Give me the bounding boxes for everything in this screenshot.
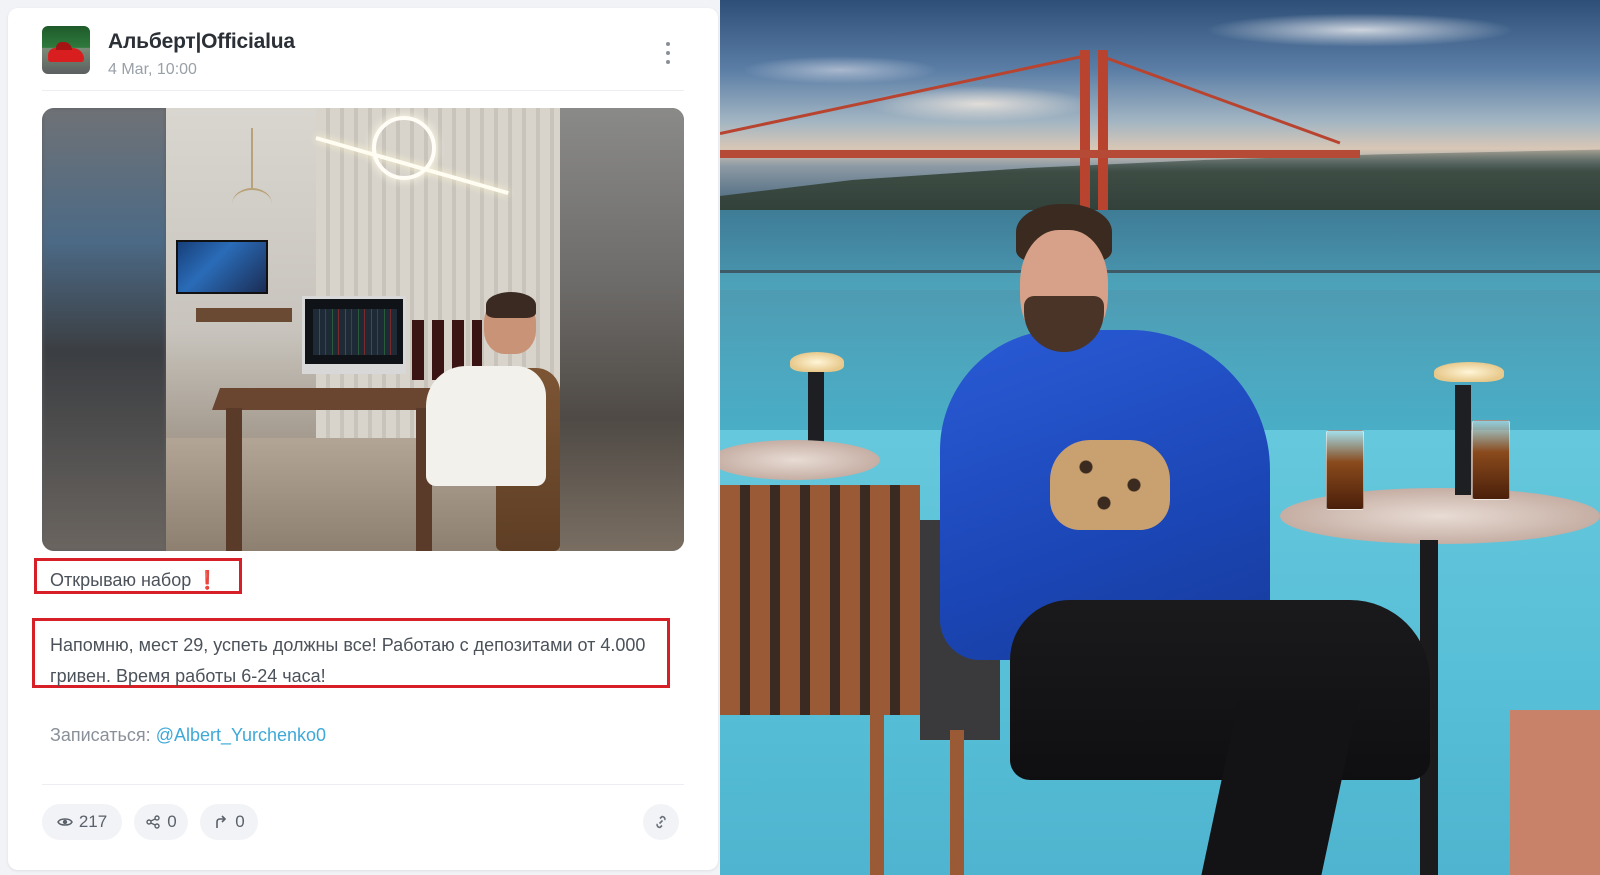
post-card: Альберт|Officialua 4 Mar, 10:00 Открываю… — [8, 8, 718, 870]
link-icon — [656, 815, 666, 829]
suspension-bridge — [720, 150, 1360, 158]
chandelier — [232, 128, 272, 228]
channel-name[interactable]: Альберт|Officialua — [108, 30, 295, 54]
forward-counter[interactable]: 0 — [200, 804, 258, 840]
footer-divider — [42, 784, 684, 785]
post-body: Напомню, мест 29, успеть должны все! Раб… — [50, 635, 646, 686]
table-lamp — [1455, 385, 1471, 495]
more-vertical-icon — [666, 42, 670, 46]
share-nodes-icon — [146, 815, 160, 829]
exclamation-emoji-icon: ❗ — [196, 570, 219, 590]
wooden-chair — [1510, 710, 1600, 875]
black-pants — [1010, 600, 1430, 780]
bridge-tower — [1098, 50, 1108, 210]
post-photo-office[interactable] — [42, 108, 684, 551]
signup-line: Записаться: @Albert_Yurchenko0 — [50, 725, 326, 746]
forward-count: 0 — [235, 812, 245, 831]
cocktail-glass — [1326, 430, 1364, 510]
eye-icon — [56, 818, 73, 826]
table-lamp — [808, 370, 824, 450]
forward-arrow-icon — [216, 815, 227, 828]
share-count: 0 — [167, 812, 177, 831]
wooden-chair — [720, 485, 920, 715]
blurred-edge-left — [42, 108, 166, 551]
hoodie-print — [1050, 440, 1170, 530]
red-car-image — [48, 42, 84, 62]
more-options-button[interactable] — [658, 38, 678, 68]
office-room-scene — [166, 108, 560, 551]
post-panel: Альберт|Officialua 4 Mar, 10:00 Открываю… — [0, 0, 720, 875]
signup-label: Записаться: — [50, 725, 151, 745]
trading-monitor — [302, 296, 406, 374]
post-heading-text: Открываю набор — [50, 570, 192, 590]
copy-link-button[interactable] — [643, 804, 679, 840]
views-counter[interactable]: 217 — [42, 804, 122, 840]
cocktail-glass — [1472, 420, 1510, 500]
share-counter[interactable]: 0 — [134, 804, 188, 840]
channel-avatar[interactable] — [42, 26, 90, 74]
post-date: 4 Mar, 10:00 — [108, 61, 197, 78]
views-count: 217 — [78, 812, 108, 831]
ring-lamp — [372, 116, 436, 180]
rooftop-photo — [720, 0, 1600, 875]
sky-clouds — [720, 0, 1600, 140]
signup-handle-link[interactable]: @Albert_Yurchenko0 — [156, 725, 326, 745]
blurred-edge-right — [560, 108, 684, 551]
wall-tv — [176, 240, 268, 294]
person — [484, 292, 536, 354]
post-heading: Открываю набор ❗ — [50, 570, 219, 591]
bridge-tower — [1080, 50, 1090, 210]
header-divider — [42, 90, 684, 91]
